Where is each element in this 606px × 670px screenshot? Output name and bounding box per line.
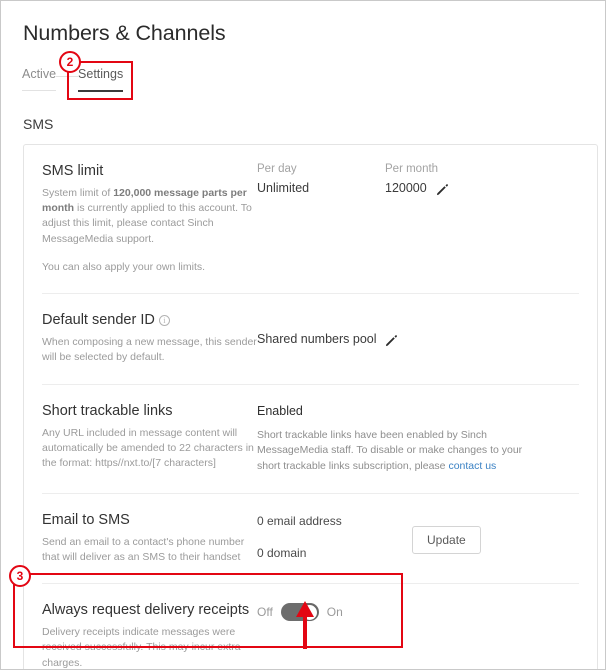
row-email-to-sms-right: 0 email address 0 domain Update <box>257 512 579 565</box>
delivery-receipts-toggle[interactable] <box>281 603 319 621</box>
row-title-sms-limit: SMS limit <box>42 163 257 179</box>
row-title-short-trackable-links: Short trackable links <box>42 403 257 419</box>
limit-per-day-value: Unlimited <box>257 181 385 195</box>
row-desc-delivery-receipts: Delivery receipts indicate messages were… <box>42 625 257 670</box>
row-sms-limit-left: SMS limit System limit of 120,000 messag… <box>42 163 257 275</box>
toggle-knob <box>302 605 317 620</box>
row-email-to-sms: Email to SMS Send an email to a contact'… <box>42 494 579 584</box>
row-short-trackable-links-right: Enabled Short trackable links have been … <box>257 403 579 475</box>
info-icon[interactable]: i <box>159 315 170 326</box>
tab-settings[interactable]: Settings <box>78 67 123 92</box>
row-title-text: Default sender ID <box>42 312 155 328</box>
limit-per-month-value: 120000 <box>385 181 427 195</box>
desc-text-2: is currently applied to this account. To… <box>42 202 252 244</box>
limit-per-day: Per day Unlimited <box>257 163 385 275</box>
stat-domain: 0 domain <box>257 546 342 560</box>
default-sender-value: Shared numbers pool <box>257 332 377 346</box>
row-email-to-sms-left: Email to SMS Send an email to a contact'… <box>42 512 257 565</box>
limit-per-month-label: Per month <box>385 163 513 175</box>
tab-active-numbers[interactable]: Active <box>22 67 56 91</box>
toggle-on-label: On <box>327 605 343 619</box>
row-title-delivery-receipts: Always request delivery receipts <box>42 602 257 618</box>
row-desc-sms-limit-secondary: You can also apply your own limits. <box>42 260 257 275</box>
trackable-links-status-desc: Short trackable links have been enabled … <box>257 428 547 475</box>
delivery-receipts-toggle-group: Off On <box>257 603 343 621</box>
email-to-sms-stats: 0 email address 0 domain <box>257 512 342 560</box>
row-desc-default-sender-id: When composing a new message, this sende… <box>42 335 257 365</box>
row-sms-limit-right: Per day Unlimited Per month 120000 <box>257 163 579 275</box>
row-sms-limit: SMS limit System limit of 120,000 messag… <box>42 145 579 294</box>
row-default-sender-id-right: Shared numbers pool <box>257 312 579 365</box>
default-sender-value-wrap: Shared numbers pool <box>257 312 398 365</box>
contact-us-link[interactable]: contact us <box>448 460 496 472</box>
row-default-sender-id-left: Default sender ID i When composing a new… <box>42 312 257 365</box>
sms-settings-card: SMS limit System limit of 120,000 messag… <box>23 144 598 670</box>
settings-page: Numbers & Channels Active Settings SMS S… <box>0 0 606 670</box>
row-default-sender-id: Default sender ID i When composing a new… <box>42 294 579 384</box>
edit-per-month-pencil-icon[interactable] <box>436 183 449 196</box>
row-delivery-receipts: Always request delivery receipts Deliver… <box>42 584 579 670</box>
annotation-badge-3: 3 <box>9 565 31 587</box>
row-short-trackable-links: Short trackable links Any URL included i… <box>42 385 579 494</box>
desc-text-1: System limit of <box>42 187 113 199</box>
trackable-links-status: Enabled <box>257 404 579 418</box>
limit-per-month: Per month 120000 <box>385 163 513 275</box>
limit-per-day-label: Per day <box>257 163 385 175</box>
toggle-off-label: Off <box>257 605 273 619</box>
limit-per-month-value-wrap: 120000 <box>385 181 513 195</box>
annotation-badge-2: 2 <box>59 51 81 73</box>
row-title-default-sender-id: Default sender ID i <box>42 312 257 328</box>
edit-sender-id-pencil-icon[interactable] <box>385 334 398 347</box>
row-delivery-receipts-right: Off On <box>257 602 579 670</box>
stat-email-address: 0 email address <box>257 514 342 528</box>
row-desc-email-to-sms: Send an email to a contact's phone numbe… <box>42 535 257 565</box>
row-desc-sms-limit: System limit of 120,000 message parts pe… <box>42 186 257 247</box>
page-title: Numbers & Channels <box>23 21 226 46</box>
row-desc-short-trackable-links: Any URL included in message content will… <box>42 426 257 472</box>
update-button[interactable]: Update <box>412 526 481 554</box>
row-short-trackable-links-left: Short trackable links Any URL included i… <box>42 403 257 475</box>
section-label-sms: SMS <box>23 116 53 132</box>
row-delivery-receipts-left: Always request delivery receipts Deliver… <box>42 602 257 670</box>
row-title-email-to-sms: Email to SMS <box>42 512 257 528</box>
